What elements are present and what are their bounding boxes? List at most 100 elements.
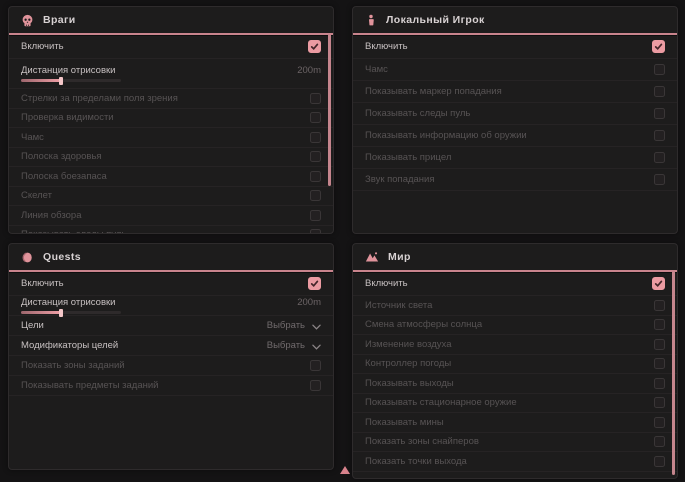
setting-row-world-9: Показать точки выхода	[353, 452, 677, 472]
slider-value: 200m	[297, 297, 321, 308]
check-icon	[654, 38, 663, 56]
check-icon	[310, 38, 319, 56]
slider-track[interactable]	[21, 79, 121, 82]
checkbox[interactable]	[310, 190, 321, 201]
checkbox[interactable]	[310, 229, 321, 234]
panel-title: Мир	[388, 251, 411, 263]
setting-label: Показывать информацию об оружии	[365, 130, 527, 141]
setting-label: Включить	[21, 278, 64, 289]
checkbox[interactable]	[308, 277, 321, 290]
checkbox[interactable]	[654, 152, 665, 163]
setting-label: Показывать следы пуль	[21, 229, 126, 234]
panel-header: Враги	[9, 7, 333, 35]
checkbox[interactable]	[654, 130, 665, 141]
world-icon	[365, 250, 379, 264]
setting-label: Звук попадания	[365, 174, 435, 185]
setting-label: Чамс	[21, 132, 44, 143]
dropdown[interactable]: Выбрать	[267, 317, 321, 335]
dropdown-value: Выбрать	[267, 340, 305, 351]
setting-row-local-player-3: Показывать следы пуль	[353, 103, 677, 125]
panel-title: Локальный Игрок	[386, 14, 485, 26]
settings-list: Включить Дистанция отрисовки 200m Цели Выбра…	[9, 272, 333, 396]
setting-row-world-2: Смена атмосферы солнца	[353, 316, 677, 336]
setting-row-local-player-5: Показывать прицел	[353, 147, 677, 169]
setting-row-local-player-0: Включить	[353, 35, 677, 59]
panel-title: Quests	[43, 251, 81, 263]
panel-header: Локальный Игрок	[353, 7, 677, 35]
checkbox[interactable]	[310, 93, 321, 104]
panel-world: МирВключитьИсточник светаСмена атмосферы…	[352, 243, 678, 479]
checkbox[interactable]	[654, 378, 665, 389]
setting-row-enemies-3: Проверка видимости	[9, 109, 333, 129]
setting-row-enemies-7: Скелет	[9, 187, 333, 207]
slider-handle[interactable]	[59, 77, 63, 85]
setting-label: Источник света	[365, 300, 432, 311]
setting-label: Линия обзора	[21, 210, 82, 221]
checkbox[interactable]	[310, 151, 321, 162]
checkbox[interactable]	[654, 358, 665, 369]
setting-row-local-player-4: Показывать информацию об оружии	[353, 125, 677, 147]
panel-enemies: ВрагиВключитьДистанция отрисовки200mСтре…	[8, 6, 334, 234]
checkbox[interactable]	[654, 436, 665, 447]
slider-fill	[21, 79, 61, 82]
checkbox[interactable]	[310, 360, 321, 371]
checkbox[interactable]	[654, 64, 665, 75]
checkbox[interactable]	[310, 132, 321, 143]
checkbox[interactable]	[654, 339, 665, 350]
slider-row-enemies: Дистанция отрисовки200m	[9, 59, 333, 89]
skull-icon	[21, 14, 34, 27]
setting-row-quests-4: Показать зоны заданий	[9, 356, 333, 376]
setting-label: Показывать следы пуль	[365, 108, 470, 119]
setting-row-local-player-6: Звук попадания	[353, 169, 677, 191]
setting-label: Контроллер погоды	[365, 358, 451, 369]
setting-label: Показывать предметы заданий	[21, 380, 158, 391]
slider-value: 200m	[297, 65, 321, 76]
select-label: Модификаторы целей	[21, 340, 118, 351]
slider-track[interactable]	[21, 311, 121, 314]
settings-list: ВключитьЧамсПоказывать маркер попаданияП…	[353, 35, 677, 191]
checkbox[interactable]	[652, 40, 665, 53]
checkbox[interactable]	[654, 397, 665, 408]
panel-local-player: Локальный ИгрокВключитьЧамсПоказывать ма…	[352, 6, 678, 234]
select-row-quests-3: Модификаторы целей Выбрать	[9, 336, 333, 356]
check-icon	[310, 275, 319, 293]
setting-label: Включить	[21, 41, 64, 52]
checkbox[interactable]	[310, 210, 321, 221]
checkbox[interactable]	[654, 417, 665, 428]
checkbox[interactable]	[308, 40, 321, 53]
checkbox[interactable]	[310, 380, 321, 391]
setting-label: Чамс	[365, 64, 388, 75]
checkbox[interactable]	[654, 319, 665, 330]
setting-row-quests-0: Включить	[9, 272, 333, 296]
setting-row-world-5: Показывать выходы	[353, 374, 677, 394]
setting-label: Показать зоны снайперов	[365, 436, 479, 447]
setting-label: Изменение воздуха	[365, 339, 452, 350]
setting-row-enemies-8: Линия обзора	[9, 206, 333, 226]
select-label: Цели	[21, 320, 44, 331]
dropdown[interactable]: Выбрать	[267, 337, 321, 355]
setting-row-enemies-6: Полоска боезапаса	[9, 167, 333, 187]
slider-row-quests: Дистанция отрисовки 200m	[9, 296, 333, 316]
checkbox[interactable]	[654, 456, 665, 467]
setting-label: Полоска боезапаса	[21, 171, 107, 182]
checkbox[interactable]	[654, 300, 665, 311]
setting-row-enemies-9: Показывать следы пуль	[9, 226, 333, 235]
setting-label: Показать зоны заданий	[21, 360, 125, 371]
setting-row-local-player-1: Чамс	[353, 59, 677, 81]
setting-row-world-7: Показывать мины	[353, 413, 677, 433]
setting-label: Показывать прицел	[365, 152, 451, 163]
scrollbar[interactable]	[328, 34, 331, 186]
scrollbar[interactable]	[672, 271, 675, 475]
checkbox[interactable]	[654, 108, 665, 119]
slider-handle[interactable]	[59, 309, 63, 317]
setting-label: Скелет	[21, 190, 52, 201]
setting-row-enemies-5: Полоска здоровья	[9, 148, 333, 168]
checkbox[interactable]	[654, 86, 665, 97]
chevron-down-icon	[312, 317, 321, 335]
checkbox[interactable]	[310, 112, 321, 123]
checkbox[interactable]	[310, 171, 321, 182]
slider-label: Дистанция отрисовки	[21, 297, 115, 308]
checkbox[interactable]	[652, 277, 665, 290]
checkbox[interactable]	[654, 174, 665, 185]
settings-list: ВключитьДистанция отрисовки200mСтрелки з…	[9, 35, 333, 234]
